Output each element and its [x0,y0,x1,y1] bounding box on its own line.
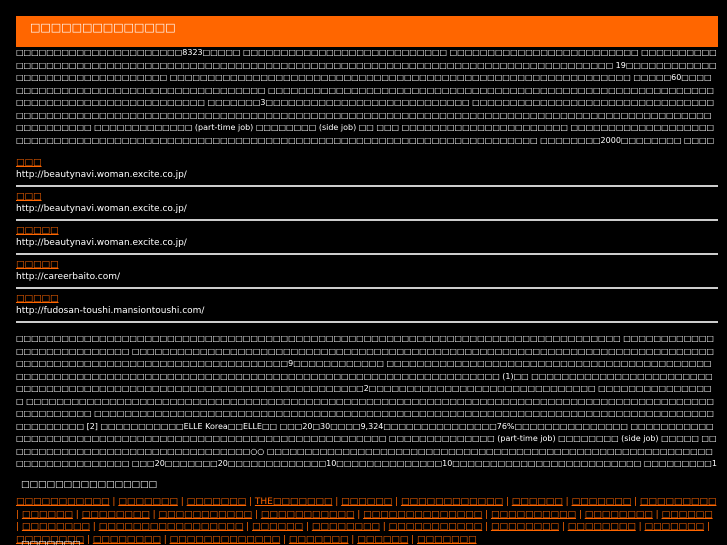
related-link[interactable]: □□□□□□□□ [22,522,90,532]
intro-paragraph: □□□□□□□□□□□□□□□□□□□□□□8323□□□□□ □□□□□□□□… [16,48,717,145]
entry-url: http://beautynavi.woman.excite.co.jp/ [16,170,187,180]
entry-title-link[interactable]: □□□□□ [16,293,718,305]
entry-title-link[interactable]: □□□□□ [16,259,718,271]
link-separator: | [704,522,710,532]
entry-title-link[interactable]: □□□□□ [16,225,718,237]
related-link[interactable]: □□□□□□□ [118,497,178,507]
entry-url: http://careerbaito.com/ [16,272,121,282]
link-entry: □□□ http://beautynavi.woman.excite.co.jp… [16,157,718,187]
related-link[interactable]: □□□□□□□□□□□ [16,497,110,507]
link-separator: | [503,497,512,507]
related-link[interactable]: □□□□□□□□□□□□ [401,497,503,507]
link-separator: | [482,509,491,520]
link-separator: | [303,522,312,532]
page-title: □□□□□□□□□□□□□□ [30,21,176,34]
related-link[interactable]: □□□□□□□□□ [640,497,717,507]
link-separator: | [379,522,389,532]
related-link[interactable]: □□□□□□□□ [585,510,653,520]
link-separator: | [252,509,261,520]
related-link[interactable]: THE□□□□□□□ [255,497,332,507]
related-link[interactable]: □□□□□□ [252,522,303,532]
link-separator: | [149,509,159,520]
link-separator: | [332,497,342,507]
link-entry: □□□ http://beautynavi.woman.excite.co.jp… [16,191,718,221]
link-separator: | [246,497,255,507]
related-link[interactable]: □□□□□□□ [289,535,349,545]
link-separator: | [631,497,640,507]
related-link[interactable]: □□□□□□□□ [82,510,150,520]
link-separator: | [482,522,491,532]
entry-title-link[interactable]: □□□ [16,157,718,169]
divider [16,185,718,187]
link-separator: | [348,534,358,545]
related-link[interactable]: □□□□□□□□ [312,522,380,532]
related-link[interactable]: □□□□□□□□□□□□□□ [363,510,482,520]
footer-heading: □□□□□□□ [21,540,81,545]
page-title-bar: □□□□□□□□□□□□□□ [16,16,718,47]
link-separator: | [408,534,417,545]
body-paragraph: □□□□□□□□□□□□□□□□□□□□□□□□□□□□□□□□□□□□□□□□… [16,334,717,472]
link-separator: | [72,509,82,520]
page: □□□□□□□□□□□□□□ □□□□□□□□□□□□□□□□□□□□□□832… [0,0,727,545]
related-link[interactable]: □□□□□□□□□□□□□□□□□ [99,522,244,532]
related-link[interactable]: □□□□□□□ [572,497,632,507]
related-link[interactable]: □□□□□□□□□□□ [159,510,253,520]
related-link[interactable]: □□□□□□□ [417,535,477,545]
related-link[interactable]: □□□□□□□□□□ [491,510,576,520]
link-separator: | [392,497,401,507]
link-separator: | [177,497,187,507]
link-entry: □□□□□ http://careerbaito.com/ [16,259,718,289]
entry-title-link[interactable]: □□□ [16,191,718,203]
entry-url: http://beautynavi.woman.excite.co.jp/ [16,204,187,214]
related-link[interactable]: □□□□□□□□ [568,522,636,532]
link-separator: | [243,522,253,532]
related-link[interactable]: □□□□□□ [22,510,73,520]
link-separator: | [558,522,568,532]
link-separator: | [280,534,289,545]
related-link[interactable]: □□□□□□□□□□□□□ [170,535,281,545]
divider [16,321,718,323]
link-separator: | [89,522,99,532]
divider [16,253,718,255]
link-separator: | [652,509,662,520]
related-links: □□□□□□□□□□□ | □□□□□□□ | □□□□□□□ | THE□□□… [16,496,718,545]
related-link[interactable]: □□□□□□□□□□□ [261,510,355,520]
divider [16,287,718,289]
related-link[interactable]: □□□□□□ [512,497,563,507]
related-link[interactable]: □□□□□□ [662,510,713,520]
related-link[interactable]: □□□□□□□ [187,497,247,507]
related-link[interactable]: □□□□□□□ [645,522,705,532]
link-separator: | [160,534,170,545]
related-link[interactable]: □□□□□□□□ [93,535,161,545]
link-separator: | [562,497,572,507]
related-links-heading: □□□□□□□□□□□□□□□□ [21,480,158,490]
related-link[interactable]: □□□□□□ [341,497,392,507]
related-link[interactable]: □□□□□□□□□□□ [389,522,483,532]
divider [16,219,718,221]
entry-url: http://beautynavi.woman.excite.co.jp/ [16,238,187,248]
link-entry: □□□□□ http://fudosan-toushi.mansiontoush… [16,293,718,323]
link-separator: | [109,497,119,507]
related-link[interactable]: □□□□□□□□ [491,522,559,532]
link-separator: | [576,509,585,520]
link-separator: | [354,509,364,520]
link-entry: □□□□□ http://beautynavi.woman.excite.co.… [16,225,718,255]
link-separator: | [84,534,93,545]
entry-url: http://fudosan-toushi.mansiontoushi.com/ [16,306,205,316]
related-link[interactable]: □□□□□□ [357,535,408,545]
link-separator: | [635,522,645,532]
